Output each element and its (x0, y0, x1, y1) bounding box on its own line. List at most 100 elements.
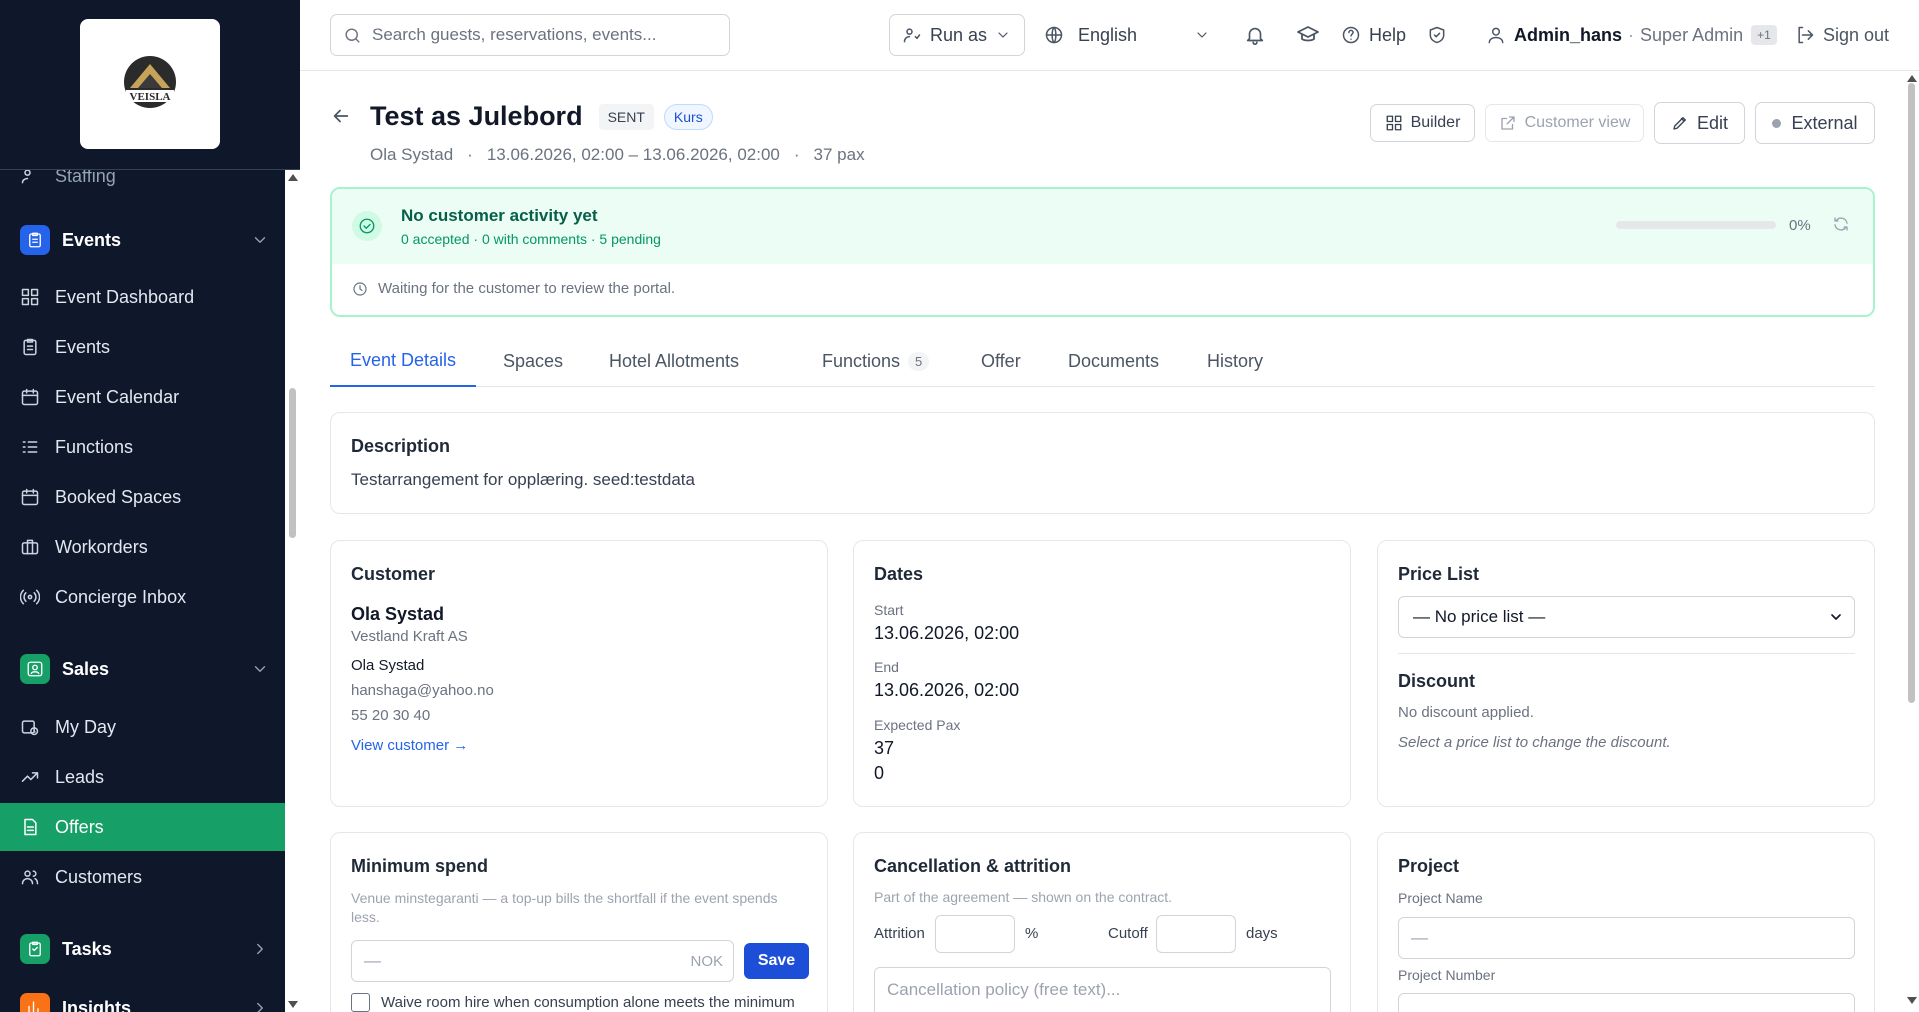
price-list-selected: — No price list — (1413, 607, 1546, 626)
tabs-bar: Event Details Spaces Hotel Allotments Fu… (330, 335, 1875, 387)
sidebar-item-offers[interactable]: Offers (0, 803, 285, 851)
dates-card: Dates Start 13.06.2026, 02:00 End 13.06.… (853, 540, 1351, 807)
status-dot-icon (1772, 118, 1782, 128)
tab-event-details[interactable]: Event Details (330, 335, 477, 387)
scroll-down-arrow[interactable] (1907, 997, 1917, 1004)
sidebar-section-tasks[interactable]: Tasks (0, 921, 285, 977)
sidebar-scrollbar[interactable] (285, 170, 300, 1012)
customer-phone: 55 20 30 40 (351, 707, 431, 724)
project-name-placeholder: — (1411, 928, 1428, 947)
status-badge: SENT (598, 103, 654, 130)
tab-history[interactable]: History (1207, 335, 1263, 387)
tab-functions[interactable]: Functions 5 (822, 335, 930, 387)
cutoff-input[interactable] (1156, 915, 1236, 953)
sidebar-item-event-calendar[interactable]: Event Calendar (0, 373, 285, 421)
help-button[interactable]: Help (1341, 14, 1406, 56)
broadcast-icon (20, 589, 40, 605)
tab-hotel-allotments[interactable]: Hotel Allotments (609, 335, 739, 387)
scroll-down-arrow[interactable] (288, 1001, 298, 1008)
sidebar-item-label: Staffing (55, 170, 116, 186)
end-value: 13.06.2026, 02:00 (874, 680, 1020, 700)
category-tag: Kurs (663, 103, 713, 130)
search-input[interactable]: Search guests, reservations, events... (330, 14, 730, 56)
tab-documents[interactable]: Documents (1068, 335, 1159, 387)
notifications-button[interactable] (1244, 14, 1274, 56)
training-button[interactable] (1296, 14, 1328, 56)
price-list-select[interactable]: — No price list — (1398, 596, 1855, 638)
users-icon (21, 870, 39, 885)
cancellation-policy-textarea[interactable]: Cancellation policy (free text)... (874, 967, 1331, 1012)
sidebar-nav: Staffing Events Event Dashboard Events E… (0, 170, 285, 1012)
run-as-label: Run as (930, 24, 988, 45)
external-button[interactable]: External (1755, 102, 1875, 144)
end-label: End (874, 659, 899, 675)
description-title: Description (351, 436, 451, 456)
sidebar-item-event-dashboard[interactable]: Event Dashboard (0, 273, 285, 321)
project-number-input[interactable] (1398, 993, 1855, 1012)
minimum-spend-input[interactable]: — NOK (351, 940, 734, 982)
run-as-dropdown[interactable]: Run as (889, 14, 1025, 56)
minimum-spend-card: Minimum spend Venue minstegaranti — a to… (330, 832, 828, 1012)
section-label: Sales (62, 658, 110, 679)
calendar-clock-icon (21, 720, 39, 736)
sidebar-section-events[interactable]: Events (0, 212, 285, 268)
main-scrollbar[interactable] (1904, 71, 1919, 1012)
functions-count-badge: 5 (908, 351, 930, 371)
minimum-spend-placeholder: — (364, 951, 381, 970)
scroll-up-arrow[interactable] (288, 174, 298, 181)
sidebar-section-insights[interactable]: Insights (0, 980, 285, 1012)
sign-out-button[interactable]: Sign out (1795, 14, 1889, 56)
sidebar-item-leads[interactable]: Leads (0, 753, 285, 801)
save-button[interactable]: Save (744, 943, 809, 979)
user-menu[interactable]: Admin_hans · Super Admin +1 (1486, 14, 1777, 56)
chevron-down-icon (1197, 32, 1207, 38)
project-card: Project Project Name — Project Number (1377, 832, 1875, 1012)
chevron-right-icon (257, 1002, 263, 1012)
project-name-input[interactable]: — (1398, 917, 1855, 959)
customer-view-button[interactable]: Customer view (1485, 104, 1644, 142)
cancellation-title: Cancellation & attrition (874, 856, 1072, 876)
sidebar-item-staffing[interactable]: Staffing (0, 170, 285, 200)
refresh-button[interactable] (1832, 215, 1850, 233)
cancellation-card: Cancellation & attrition Part of the agr… (853, 832, 1351, 1012)
builder-button[interactable]: Builder (1370, 104, 1475, 142)
language-select[interactable]: English (1040, 14, 1218, 56)
attrition-input[interactable] (935, 915, 1015, 953)
project-number-label: Project Number (1398, 967, 1496, 983)
sidebar-item-label: Booked Spaces (55, 486, 182, 507)
sidebar-item-customers[interactable]: Customers (0, 853, 285, 901)
sidebar-section-sales[interactable]: Sales (0, 641, 285, 697)
activity-title: No customer activity yet (401, 206, 598, 225)
price-list-card: Price List — No price list — Discount No… (1377, 540, 1875, 807)
tab-offer[interactable]: Offer (981, 335, 1021, 387)
sidebar-item-label: Event Calendar (55, 386, 180, 407)
tab-label: Spaces (503, 350, 564, 371)
edit-button[interactable]: Edit (1654, 102, 1745, 144)
security-button[interactable] (1427, 14, 1455, 56)
sidebar-item-concierge-inbox[interactable]: Concierge Inbox (0, 573, 285, 621)
section-label: Tasks (62, 938, 112, 959)
sidebar-item-events[interactable]: Events (0, 323, 285, 371)
back-button[interactable] (330, 105, 352, 127)
sidebar-item-label: Workorders (55, 536, 148, 557)
logo-emblem-icon: VEISLA (124, 56, 176, 108)
scroll-up-arrow[interactable] (1907, 75, 1917, 82)
sidebar-item-my-day[interactable]: My Day (0, 703, 285, 751)
sidebar-item-label: Events (55, 336, 111, 357)
veisla-logo[interactable]: VEISLA (80, 19, 220, 149)
section-label: Insights (62, 997, 132, 1012)
cancellation-policy-placeholder: Cancellation policy (free text)... (887, 980, 1121, 999)
sidebar-item-booked-spaces[interactable]: Booked Spaces (0, 473, 285, 521)
activity-progress-label: 0% (1789, 217, 1811, 234)
header-dates: 13.06.2026, 02:00 – 13.06.2026, 02:00 (486, 145, 780, 164)
tab-label: Event Details (350, 349, 457, 370)
tab-spaces[interactable]: Spaces (503, 335, 563, 387)
start-value: 13.06.2026, 02:00 (874, 623, 1020, 643)
main-scroll-thumb[interactable] (1908, 83, 1915, 703)
sidebar-item-workorders[interactable]: Workorders (0, 523, 285, 571)
waive-checkbox[interactable] (351, 993, 370, 1012)
language-label: English (1078, 24, 1138, 45)
sidebar-scroll-thumb[interactable] (289, 388, 296, 538)
view-customer-link[interactable]: View customer → (351, 737, 468, 754)
sidebar-item-functions[interactable]: Functions (0, 423, 285, 471)
